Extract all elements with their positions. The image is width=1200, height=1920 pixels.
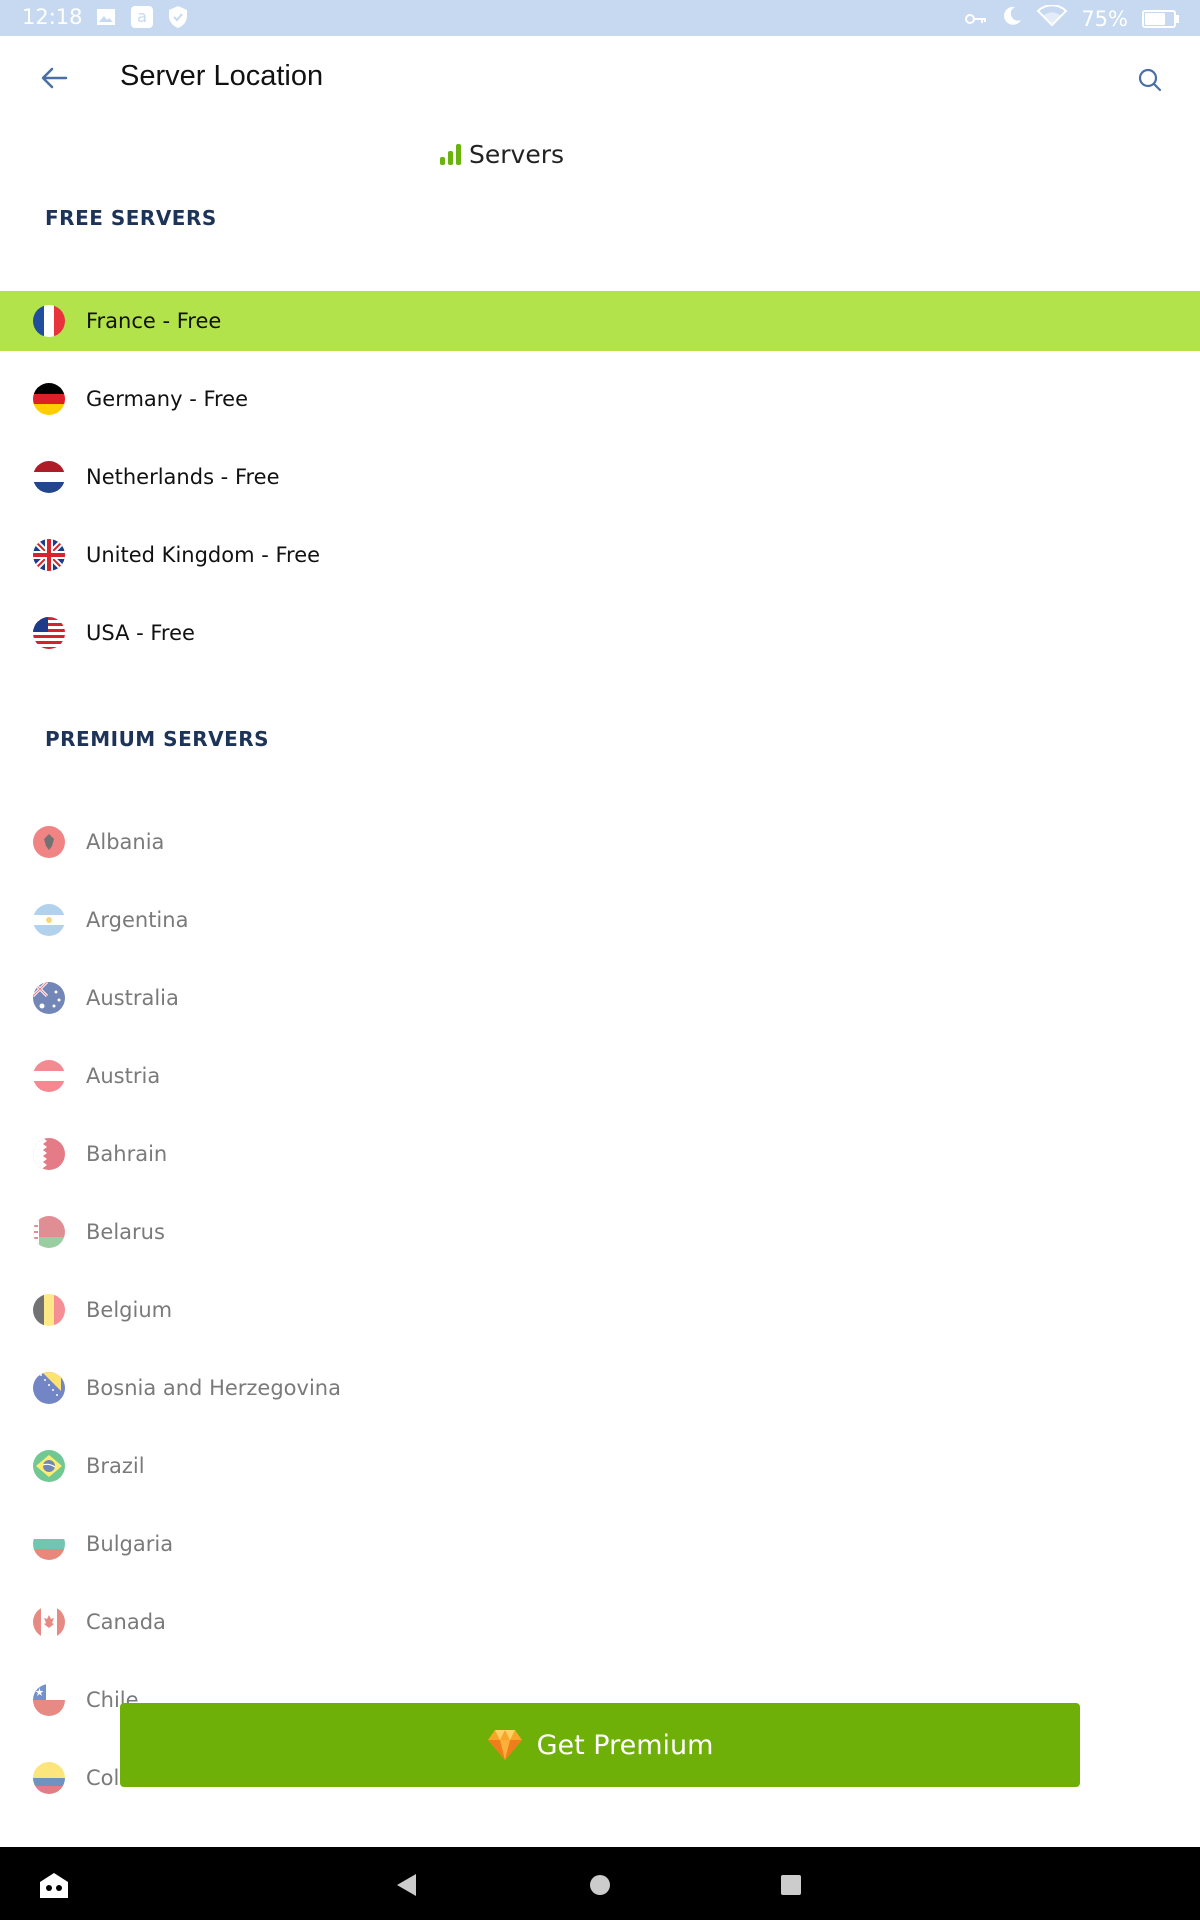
server-row-usa[interactable]: USA - Free xyxy=(0,603,1200,663)
server-row-label: Austria xyxy=(86,1064,161,1088)
france-flag-icon xyxy=(33,305,65,337)
bulgaria-flag-icon xyxy=(33,1528,65,1560)
server-row-label: Col xyxy=(86,1766,120,1790)
server-row-label: Belgium xyxy=(86,1298,173,1322)
search-icon xyxy=(1138,68,1162,92)
server-row-france[interactable]: France - Free xyxy=(0,291,1200,351)
server-row-label: Brazil xyxy=(86,1454,145,1478)
netherlands-flag-icon xyxy=(33,461,65,493)
server-row-label: USA - Free xyxy=(86,621,195,645)
server-row-belgium[interactable]: Belgium xyxy=(0,1280,1200,1340)
server-row-australia[interactable]: Australia xyxy=(0,968,1200,1028)
get-premium-button[interactable]: Get Premium xyxy=(120,1703,1080,1787)
brazil-flag-icon xyxy=(33,1450,65,1482)
tab-servers-label: Servers xyxy=(469,139,565,169)
server-row-bulgaria[interactable]: Bulgaria xyxy=(0,1514,1200,1574)
arrow-left-icon xyxy=(41,67,68,89)
uk-flag-icon xyxy=(33,539,65,571)
app-icon xyxy=(40,1873,68,1898)
belgium-flag-icon xyxy=(33,1294,65,1326)
vpn-key-icon xyxy=(965,7,987,31)
recents-nav-button[interactable] xyxy=(771,1865,811,1905)
home-nav-button[interactable] xyxy=(580,1865,620,1905)
server-row-label: Albania xyxy=(86,830,165,854)
server-row-albania[interactable]: Albania xyxy=(0,812,1200,872)
battery-percent: 75% xyxy=(1081,6,1128,31)
colombia-flag-icon xyxy=(33,1762,65,1794)
server-row-label: Argentina xyxy=(86,908,189,932)
australia-flag-icon xyxy=(33,982,65,1014)
server-row-argentina[interactable]: Argentina xyxy=(0,890,1200,950)
svg-text:a: a xyxy=(137,7,147,26)
tab-servers[interactable]: Servers xyxy=(440,134,564,174)
back-triangle-icon xyxy=(397,1874,416,1896)
server-row-bosnia[interactable]: Bosnia and Herzegovina xyxy=(0,1358,1200,1418)
back-button[interactable] xyxy=(30,58,78,98)
premium-servers-header: PREMIUM SERVERS xyxy=(45,727,270,751)
server-row-canada[interactable]: Canada xyxy=(0,1592,1200,1652)
amazon-icon: a xyxy=(130,5,154,29)
get-premium-label: Get Premium xyxy=(536,1729,714,1761)
diamond-icon xyxy=(487,1730,522,1760)
canada-flag-icon xyxy=(33,1606,65,1638)
server-row-label: Bahrain xyxy=(86,1142,168,1166)
server-row-label: Belarus xyxy=(86,1220,165,1244)
server-row-label: Netherlands - Free xyxy=(86,465,280,489)
server-row-label: Bulgaria xyxy=(86,1532,174,1556)
status-time: 12:18 xyxy=(22,5,83,29)
austria-flag-icon xyxy=(33,1060,65,1092)
server-row-label: Canada xyxy=(86,1610,166,1634)
status-bar: 12:18 a 75% xyxy=(0,0,1200,36)
server-row-label: Germany - Free xyxy=(86,387,249,411)
usa-flag-icon xyxy=(33,617,65,649)
image-icon xyxy=(94,5,118,29)
shield-icon xyxy=(166,5,190,29)
battery-icon xyxy=(1142,9,1179,28)
server-row-belarus[interactable]: Belarus xyxy=(0,1202,1200,1262)
home-circle-icon xyxy=(590,1875,610,1895)
back-nav-button[interactable] xyxy=(387,1865,427,1905)
page-title: Server Location xyxy=(120,60,324,92)
server-row-label: France - Free xyxy=(86,309,222,333)
server-row-bahrain[interactable]: Bahrain xyxy=(0,1124,1200,1184)
server-row-netherlands[interactable]: Netherlands - Free xyxy=(0,447,1200,507)
albania-flag-icon xyxy=(33,826,65,858)
server-row-label: Australia xyxy=(86,986,179,1010)
chile-flag-icon xyxy=(33,1684,65,1716)
system-nav-bar xyxy=(0,1847,1200,1920)
moon-icon xyxy=(1001,5,1023,32)
server-row-label: United Kingdom - Free xyxy=(86,543,321,567)
app-bar: Server Location xyxy=(0,36,1200,120)
server-row-brazil[interactable]: Brazil xyxy=(0,1436,1200,1496)
germany-flag-icon xyxy=(33,383,65,415)
server-row-label: Bosnia and Herzegovina xyxy=(86,1376,341,1400)
bahrain-flag-icon xyxy=(33,1138,65,1170)
app-shortcut-button[interactable] xyxy=(34,1865,74,1905)
signal-bars-icon xyxy=(440,143,461,165)
free-servers-header: FREE SERVERS xyxy=(45,206,217,230)
server-row-germany[interactable]: Germany - Free xyxy=(0,369,1200,429)
wifi-icon xyxy=(1036,4,1068,32)
server-row-uk[interactable]: United Kingdom - Free xyxy=(0,525,1200,585)
belarus-flag-icon xyxy=(33,1216,65,1248)
recents-square-icon xyxy=(781,1875,801,1895)
search-button[interactable] xyxy=(1128,60,1172,100)
bosnia-flag-icon xyxy=(33,1372,65,1404)
server-row-austria[interactable]: Austria xyxy=(0,1046,1200,1106)
argentina-flag-icon xyxy=(33,904,65,936)
